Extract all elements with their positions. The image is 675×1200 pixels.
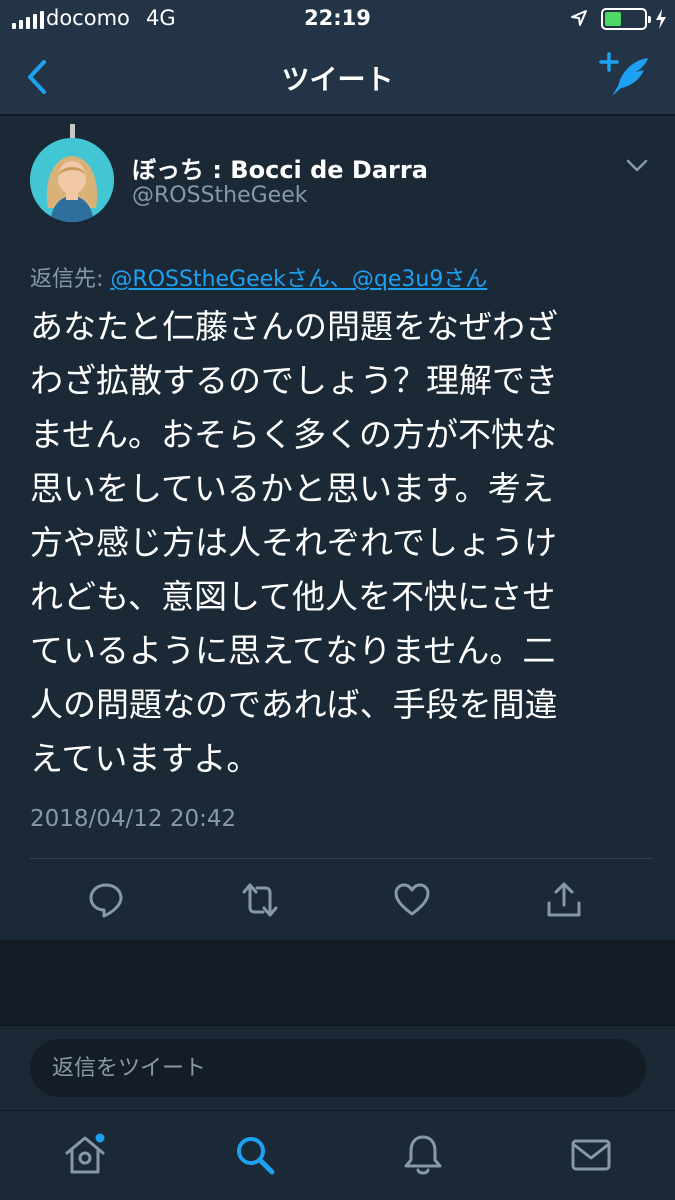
chevron-down-icon[interactable] (625, 158, 649, 174)
like-icon[interactable] (393, 881, 431, 919)
reply-to-link[interactable]: @ROSStheGeekさん、@qe3u9さん (110, 267, 487, 292)
location-arrow-icon (571, 10, 587, 26)
avatar-image (30, 138, 114, 222)
search-icon[interactable] (233, 1133, 277, 1177)
tweet-text: あなたと仁藤さんの問題をなぜわざ わざ拡散するのでしょう？理解でき ません。おそ… (30, 307, 558, 778)
tweet-timestamp: 2018/04/12 20:42 (30, 806, 237, 832)
status-bar: docomo 4G 22:19 (0, 0, 675, 38)
battery-level-fill (605, 12, 621, 26)
tweet-actions (0, 859, 675, 940)
reply-context: 返信先: @ROSStheGeekさん、@qe3u9さん (30, 261, 487, 293)
empty-area (0, 940, 675, 1025)
charging-icon (656, 9, 666, 29)
retweet-icon[interactable] (241, 881, 279, 919)
compose-tweet-icon[interactable] (598, 52, 652, 100)
nav-bar: ツイート (0, 38, 675, 115)
reply-to-prefix: 返信先: (30, 267, 111, 292)
share-icon[interactable] (545, 881, 583, 919)
tab-bar (0, 1110, 675, 1200)
page-title: ツイート (281, 63, 394, 96)
tweet-detail: ぼっち : Bocci de Darra @ROSStheGeek 返信先: @… (0, 116, 675, 940)
reply-bar (0, 1025, 675, 1110)
display-name[interactable]: ぼっち : Bocci de Darra (132, 150, 428, 185)
user-handle[interactable]: @ROSStheGeek (132, 183, 308, 208)
reply-icon[interactable] (87, 881, 125, 919)
new-content-dot (95, 1133, 105, 1143)
messages-icon[interactable] (569, 1133, 613, 1177)
reply-input[interactable] (30, 1039, 646, 1097)
avatar[interactable] (30, 124, 114, 222)
notifications-icon[interactable] (401, 1133, 445, 1177)
battery-icon (601, 8, 651, 30)
home-icon[interactable] (63, 1133, 107, 1177)
